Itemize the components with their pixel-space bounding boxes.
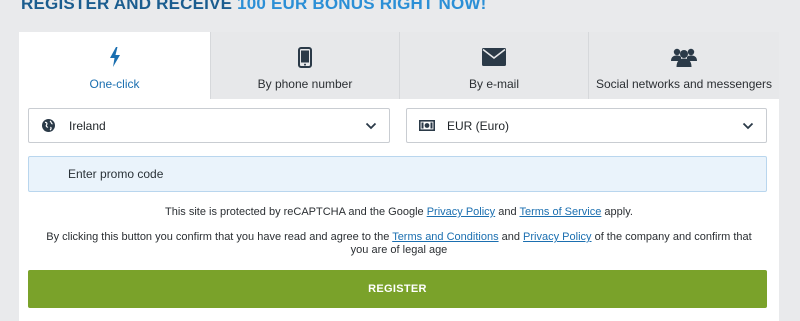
currency-select[interactable]: EUR (Euro) xyxy=(406,108,767,143)
consent-notice: By clicking this button you confirm that… xyxy=(29,231,769,257)
lightning-icon xyxy=(109,45,121,69)
page-headline: REGISTER AND RECEIVE 100 EUR BONUS RIGHT… xyxy=(21,0,487,14)
consent-text: By clicking this button you confirm that… xyxy=(46,231,393,243)
registration-panel: One-click By phone number By e-mail Soci… xyxy=(19,32,779,321)
chevron-down-icon xyxy=(742,122,754,130)
terms-of-service-link[interactable]: Terms of Service xyxy=(519,206,601,218)
headline-bonus-text: 100 EUR BONUS RIGHT NOW! xyxy=(237,0,487,13)
tab-email[interactable]: By e-mail xyxy=(399,32,588,99)
privacy-policy-link[interactable]: Privacy Policy xyxy=(523,231,591,243)
currency-select-value: EUR (Euro) xyxy=(447,118,510,133)
tab-one-click[interactable]: One-click xyxy=(19,32,210,99)
globe-icon xyxy=(41,119,55,133)
recaptcha-text: apply. xyxy=(601,206,633,218)
recaptcha-text: This site is protected by reCAPTCHA and … xyxy=(165,206,427,218)
terms-and-conditions-link[interactable]: Terms and Conditions xyxy=(392,231,498,243)
users-group-icon xyxy=(671,45,697,69)
headline-text: REGISTER AND RECEIVE xyxy=(21,0,238,13)
recaptcha-notice: This site is protected by reCAPTCHA and … xyxy=(29,206,769,219)
tab-label: One-click xyxy=(89,77,140,91)
privacy-policy-link[interactable]: Privacy Policy xyxy=(427,206,495,218)
registration-tabs: One-click By phone number By e-mail Soci… xyxy=(19,32,779,99)
mobile-phone-icon xyxy=(298,45,312,69)
envelope-icon xyxy=(482,45,506,69)
recaptcha-text: and xyxy=(495,206,520,218)
chevron-down-icon xyxy=(365,122,377,130)
tab-label: By phone number xyxy=(257,77,353,91)
country-select[interactable]: Ireland xyxy=(28,108,390,143)
tab-label: By e-mail xyxy=(468,77,519,91)
country-select-value: Ireland xyxy=(69,118,106,133)
tab-phone-number[interactable]: By phone number xyxy=(210,32,399,99)
register-button[interactable]: REGISTER xyxy=(28,270,767,308)
banknote-icon xyxy=(419,119,435,133)
consent-text: and xyxy=(498,231,524,243)
promo-code-input[interactable] xyxy=(28,156,767,192)
tab-social-networks[interactable]: Social networks and messengers xyxy=(588,32,779,99)
tab-label: Social networks and messengers xyxy=(595,77,773,91)
